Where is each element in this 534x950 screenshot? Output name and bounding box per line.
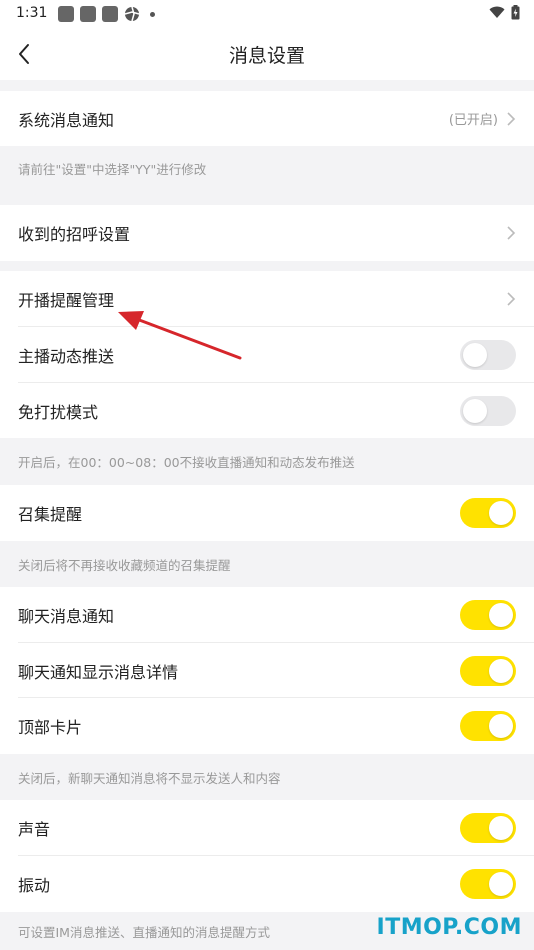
sound-row: 声音 bbox=[0, 800, 534, 856]
row-label: 顶部卡片 bbox=[18, 718, 83, 737]
chevron-right-icon bbox=[507, 292, 516, 306]
notification-icon bbox=[102, 6, 118, 22]
notification-icons bbox=[58, 6, 155, 22]
toggle-knob bbox=[463, 343, 487, 367]
row-label: 收到的招呼设置 bbox=[18, 225, 131, 244]
notification-icon bbox=[58, 6, 74, 22]
toggle-knob bbox=[489, 714, 513, 738]
top-card-row: 顶部卡片 bbox=[0, 698, 534, 754]
row-label: 召集提醒 bbox=[18, 505, 83, 524]
chat-note: 关闭后，新聊天通知消息将不显示发送人和内容 bbox=[18, 770, 281, 786]
greeting-settings-row[interactable]: 收到的招呼设置 bbox=[0, 205, 534, 261]
more-notifications-dot-icon bbox=[150, 11, 155, 17]
toggle-knob bbox=[489, 658, 513, 683]
system-icons bbox=[489, 5, 520, 20]
dnd-mode-row: 免打扰模式 bbox=[0, 383, 534, 438]
toggle-knob bbox=[489, 501, 513, 525]
top-card-toggle[interactable] bbox=[460, 711, 516, 741]
vibrate-row: 振动 bbox=[0, 856, 534, 912]
toggle-knob bbox=[489, 603, 513, 627]
wifi-icon bbox=[489, 6, 505, 18]
toggle-knob bbox=[489, 872, 513, 896]
host-dynamic-toggle[interactable] bbox=[460, 340, 516, 370]
gather-reminder-row: 召集提醒 bbox=[0, 485, 534, 541]
row-label: 声音 bbox=[18, 820, 51, 839]
row-status-value: (已开启) bbox=[448, 113, 498, 128]
row-label: 主播动态推送 bbox=[18, 347, 115, 366]
chat-notify-row: 聊天消息通知 bbox=[0, 587, 534, 643]
row-label: 聊天消息通知 bbox=[18, 607, 115, 626]
vibrate-toggle[interactable] bbox=[460, 869, 516, 899]
chevron-right-icon bbox=[507, 226, 516, 240]
chevron-right-icon bbox=[507, 111, 516, 126]
toggle-knob bbox=[463, 398, 487, 423]
dnd-note: 开启后，在00：00~08：00不接收直播通知和动态发布推送 bbox=[18, 455, 355, 470]
status-time: 1:31 bbox=[16, 5, 48, 21]
gather-note: 关闭后将不再接收收藏频道的召集提醒 bbox=[18, 557, 231, 573]
row-label: 振动 bbox=[18, 876, 51, 895]
system-notification-row[interactable]: 系统消息通知 (已开启) bbox=[0, 91, 534, 146]
row-label: 开播提醒管理 bbox=[18, 291, 115, 310]
toggle-knob bbox=[489, 816, 513, 840]
chat-notify-toggle[interactable] bbox=[460, 600, 516, 630]
watermark-logo: ITMOP.COM bbox=[376, 915, 522, 940]
row-label: 聊天通知显示消息详情 bbox=[18, 662, 179, 682]
aperture-icon bbox=[124, 6, 140, 22]
gather-toggle[interactable] bbox=[460, 498, 516, 528]
chat-detail-toggle[interactable] bbox=[460, 655, 516, 686]
chat-detail-row: 聊天通知显示消息详情 bbox=[0, 643, 534, 698]
sound-toggle[interactable] bbox=[460, 813, 516, 843]
system-note: 请前往"设置"中选择"YY"进行修改 bbox=[18, 162, 207, 177]
page-title: 消息设置 bbox=[228, 45, 305, 67]
row-label: 系统消息通知 bbox=[18, 110, 115, 130]
nav-bar: 消息设置 bbox=[0, 28, 534, 80]
battery-charging-icon bbox=[511, 5, 520, 20]
row-label: 免打扰模式 bbox=[18, 402, 99, 422]
live-reminder-row[interactable]: 开播提醒管理 bbox=[0, 271, 534, 327]
status-bar: 1:31 bbox=[0, 0, 534, 28]
dnd-toggle[interactable] bbox=[460, 395, 516, 426]
notification-icon bbox=[80, 6, 96, 22]
host-dynamic-push-row: 主播动态推送 bbox=[0, 327, 534, 383]
